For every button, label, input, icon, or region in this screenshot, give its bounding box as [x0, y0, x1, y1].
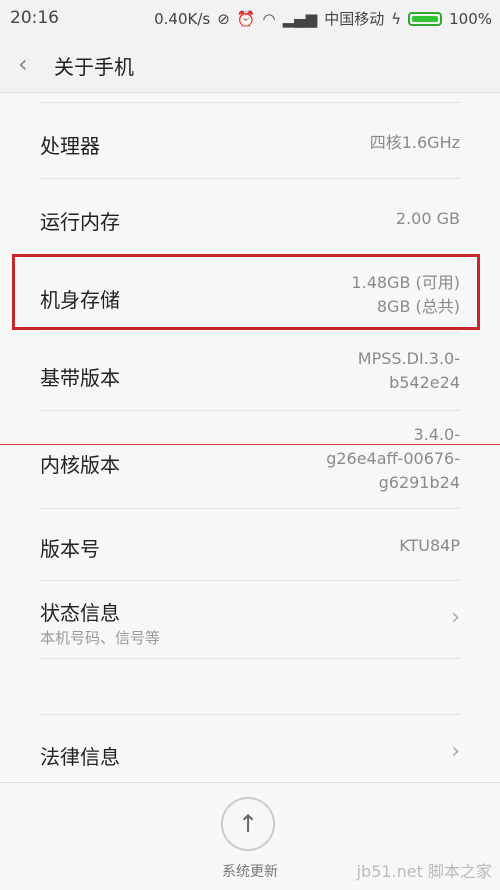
row-label: 状态信息 — [40, 601, 120, 625]
back-icon[interactable]: ‹ — [18, 50, 28, 78]
row-processor[interactable]: 处理器 四核1.6GHz — [40, 102, 460, 179]
row-value: MPSS.DI.3.0- b542e24 — [358, 347, 460, 395]
status-right: 0.40K/s ⊘ ⏰ ◠ ▂▄▆ 中国移动 ϟ 100% — [147, 8, 492, 29]
row-label: 处理器 — [40, 134, 100, 158]
row-ram[interactable]: 运行内存 2.00 GB — [40, 178, 460, 257]
watermark: jb51.net 脚本之家 — [356, 862, 492, 881]
signal-icon: ▂▄▆ — [282, 9, 318, 28]
row-label: 基带版本 — [40, 366, 120, 390]
vibrate-off-icon: ⊘ — [217, 9, 230, 28]
status-bar: 20:16 0.40K/s ⊘ ⏰ ◠ ▂▄▆ 中国移动 ϟ 100% — [0, 0, 500, 36]
battery-icon — [408, 11, 443, 26]
annotation-line — [0, 444, 500, 445]
highlight-box — [12, 254, 480, 330]
value-line: MPSS.DI.3.0- — [357, 349, 460, 368]
row-label: 法律信息 — [40, 745, 120, 769]
arrow-up-icon: ↑ — [237, 810, 259, 838]
row-subtitle: 本机号码、信号等 — [40, 629, 161, 647]
section-divider — [40, 658, 460, 659]
alarm-icon: ⏰ — [236, 9, 256, 28]
value-line: g26e4aff-00676- — [326, 449, 460, 468]
net-speed: 0.40K/s — [154, 9, 211, 28]
battery-percent: 100% — [449, 9, 492, 28]
chevron-right-icon: › — [451, 739, 460, 764]
bottom-bar: ↑ 系统更新 jb51.net 脚本之家 — [0, 782, 500, 890]
wifi-icon: ◠ — [262, 9, 276, 28]
row-value: 四核1.6GHz — [369, 133, 460, 152]
row-label: 版本号 — [40, 537, 100, 561]
row-legal[interactable]: 法律信息 › — [40, 714, 460, 783]
header-bar: ‹ 关于手机 — [0, 36, 500, 93]
charging-icon: ϟ — [391, 9, 402, 28]
system-update-button[interactable]: ↑ — [221, 797, 275, 851]
status-time: 20:16 — [10, 8, 59, 28]
page-title: 关于手机 — [54, 55, 134, 79]
row-kernel[interactable]: 内核版本 3.4.0- g26e4aff-00676- g6291b24 — [40, 410, 460, 511]
row-value: 2.00 GB — [395, 209, 460, 228]
row-label: 运行内存 — [40, 210, 120, 234]
carrier: 中国移动 — [324, 10, 385, 28]
chevron-right-icon: › — [451, 605, 460, 630]
row-label: 内核版本 — [40, 453, 120, 477]
row-build[interactable]: 版本号 KTU84P — [40, 508, 460, 581]
row-value: 3.4.0- g26e4aff-00676- g6291b24 — [326, 423, 460, 495]
value-line: g6291b24 — [378, 473, 460, 492]
row-status-info[interactable]: 状态信息 本机号码、信号等 › — [40, 580, 460, 659]
value-line: b542e24 — [389, 373, 460, 392]
row-baseband[interactable]: 基带版本 MPSS.DI.3.0- b542e24 — [40, 332, 460, 411]
row-value: KTU84P — [399, 536, 460, 555]
